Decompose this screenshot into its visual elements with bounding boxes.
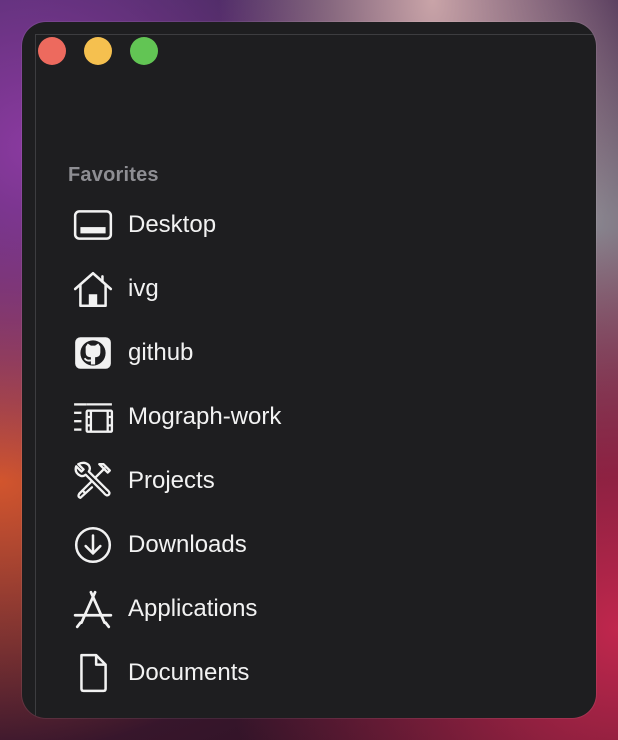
minimize-button[interactable] bbox=[84, 37, 112, 65]
home-icon bbox=[70, 266, 116, 312]
sidebar-item-downloads[interactable]: Downloads bbox=[70, 513, 570, 577]
sidebar-item-label: Applications bbox=[128, 595, 258, 622]
tools-icon bbox=[70, 458, 116, 504]
app-store-icon bbox=[70, 586, 116, 632]
sidebar-item-ivg[interactable]: ivg bbox=[70, 257, 570, 321]
download-icon bbox=[70, 522, 116, 568]
sidebar-item-label: Desktop bbox=[128, 211, 217, 238]
window-top-border bbox=[35, 34, 596, 35]
document-icon bbox=[70, 650, 116, 696]
favorites-list: Desktop ivg github Mograph-work Projects… bbox=[70, 193, 570, 705]
desktop-icon bbox=[70, 202, 116, 248]
window-left-border bbox=[35, 34, 36, 718]
sidebar-item-label: Downloads bbox=[128, 531, 247, 558]
sidebar-item-label: ivg bbox=[128, 275, 159, 302]
github-icon bbox=[70, 330, 116, 376]
sidebar-item-desktop[interactable]: Desktop bbox=[70, 193, 570, 257]
sidebar-item-label: Projects bbox=[128, 467, 215, 494]
film-list-icon bbox=[70, 394, 116, 440]
sidebar-item-projects[interactable]: Projects bbox=[70, 449, 570, 513]
sidebar-item-documents[interactable]: Documents bbox=[70, 641, 570, 705]
zoom-button[interactable] bbox=[130, 37, 158, 65]
sidebar-item-mograph-work[interactable]: Mograph-work bbox=[70, 385, 570, 449]
traffic-lights bbox=[38, 37, 158, 65]
favorites-section-title: Favorites bbox=[68, 164, 159, 186]
sidebar-item-label: Documents bbox=[128, 659, 250, 686]
finder-sidebar-window: Favorites Desktop ivg github Mograph-wor… bbox=[22, 22, 596, 718]
sidebar-item-label: github bbox=[128, 339, 194, 366]
close-button[interactable] bbox=[38, 37, 66, 65]
sidebar-item-applications[interactable]: Applications bbox=[70, 577, 570, 641]
sidebar-item-label: Mograph-work bbox=[128, 403, 282, 430]
sidebar-item-github[interactable]: github bbox=[70, 321, 570, 385]
